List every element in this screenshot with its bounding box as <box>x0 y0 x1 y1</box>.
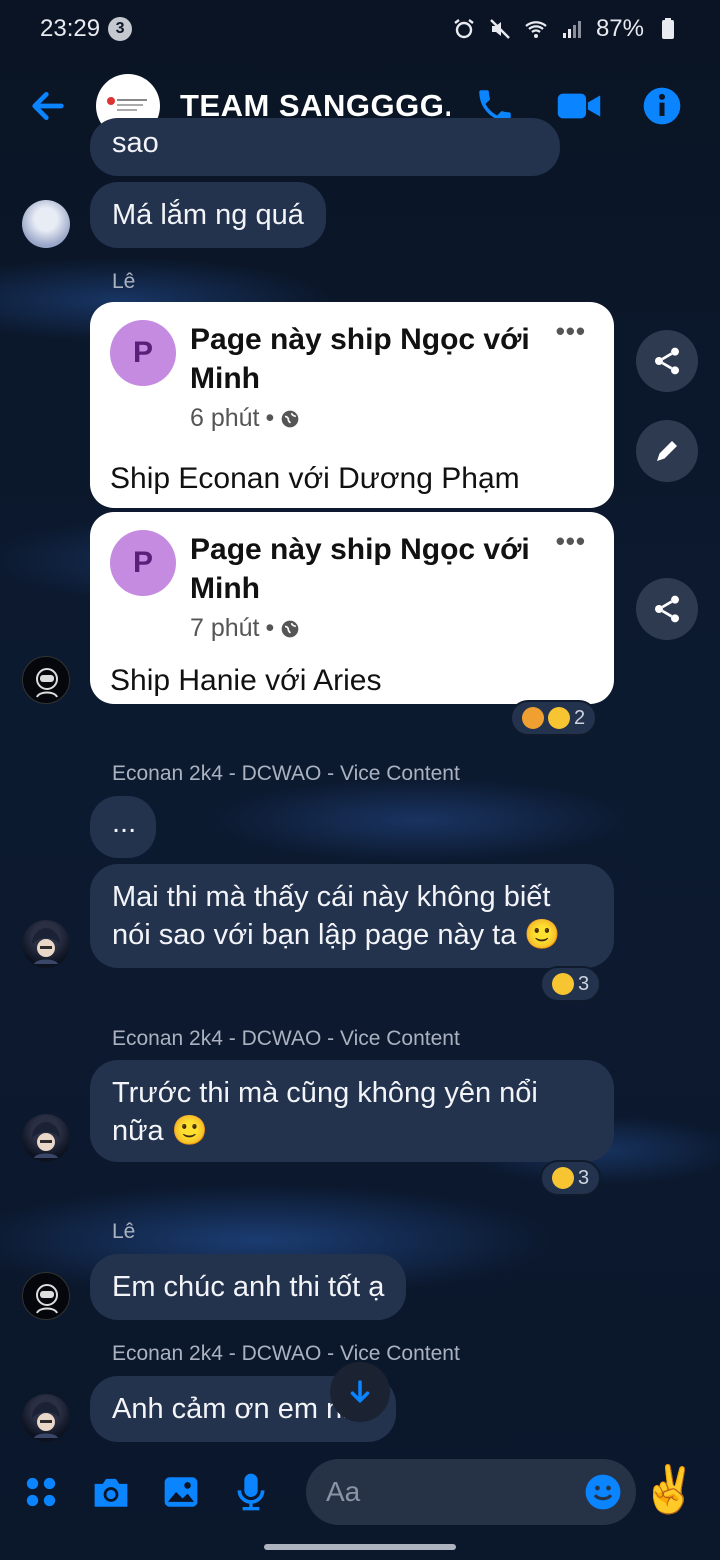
dot-separator: • <box>265 614 275 642</box>
share-icon <box>655 347 679 375</box>
message-text: Em chúc anh thi tốt ạ <box>112 1271 385 1303</box>
status-icons: 87% <box>452 15 680 43</box>
emoji-icon[interactable] <box>584 1473 622 1511</box>
sender-name: Lê <box>112 1220 136 1243</box>
scroll-to-bottom-button[interactable] <box>330 1362 390 1422</box>
page-avatar: P <box>110 530 176 596</box>
astronaut-avatar-icon <box>36 668 58 698</box>
angry-emoji-icon <box>522 707 544 729</box>
reaction-count: 2 <box>574 706 586 729</box>
avatar-le[interactable] <box>22 1272 70 1320</box>
apps-button[interactable] <box>20 1471 62 1513</box>
message-text: sao <box>112 127 159 159</box>
globe-icon <box>281 410 299 427</box>
edit-button[interactable] <box>636 420 698 482</box>
dot-separator: • <box>265 404 275 432</box>
message-bubble[interactable]: Trước thi mà cũng không yên nổi nữa 🙂 <box>90 1060 614 1162</box>
post-text: Ship Hanie với Aries <box>110 664 382 697</box>
message-composer: Aa <box>0 1454 720 1530</box>
back-arrow-icon <box>32 92 64 120</box>
avatar-econan[interactable] <box>22 920 70 968</box>
pencil-icon <box>657 441 677 461</box>
page-avatar: P <box>110 320 176 386</box>
message-bubble[interactable]: Em chúc anh thi tốt ạ <box>90 1254 407 1320</box>
post-time: 7 phút • <box>190 614 300 643</box>
apps-icon <box>26 1477 56 1507</box>
sender-name: Econan 2k4 - DCWAO - Vice Content <box>112 1027 460 1050</box>
gallery-button[interactable] <box>160 1471 202 1513</box>
post-time-text: 6 phút <box>190 404 260 432</box>
mute-icon <box>490 19 510 39</box>
shared-post-card[interactable]: P Page này ship Ngọc với Minh 6 phút • •… <box>90 302 614 508</box>
more-options-icon[interactable]: ••• <box>556 526 586 557</box>
home-indicator <box>264 1544 456 1550</box>
battery-percent: 87% <box>595 15 644 42</box>
signal-icon <box>562 21 581 38</box>
camera-button[interactable] <box>90 1471 132 1513</box>
video-call-icon[interactable] <box>556 86 602 126</box>
gallery-icon <box>164 1477 198 1507</box>
sender-name: Lê <box>112 270 136 293</box>
message-text: Má lắm ng quá <box>112 199 304 231</box>
alarm-icon <box>454 19 474 39</box>
reaction-badge[interactable]: 3 <box>540 1160 602 1196</box>
post-time: 6 phút • <box>190 404 300 433</box>
message-bubble-partial[interactable]: sao <box>90 118 560 176</box>
camera-icon <box>94 1478 128 1507</box>
reaction-count: 3 <box>578 972 590 995</box>
message-text: ... <box>112 807 137 839</box>
reaction-badge[interactable]: 2 <box>510 700 598 736</box>
sender-name: Econan 2k4 - DCWAO - Vice Content <box>112 762 460 785</box>
avatar-econan[interactable] <box>22 1394 70 1442</box>
more-options-icon[interactable]: ••• <box>556 316 586 347</box>
shared-post-card[interactable]: P Page này ship Ngọc với Minh 7 phút • •… <box>90 512 614 704</box>
astronaut-avatar-icon <box>36 1284 58 1314</box>
post-text: Ship Econan với Dương Phạm <box>110 462 520 495</box>
anime-avatar-icon <box>32 928 60 964</box>
message-text: Mai thi mà thấy cái này không biết nói s… <box>112 881 561 951</box>
back-button[interactable] <box>20 78 76 134</box>
group-logo-icon <box>107 97 147 111</box>
avatar-user[interactable] <box>22 200 70 248</box>
anime-avatar-icon <box>32 1402 60 1438</box>
sad-emoji-icon <box>552 1167 574 1189</box>
sender-name: Econan 2k4 - DCWAO - Vice Content <box>112 1342 460 1365</box>
battery-icon <box>662 18 674 39</box>
message-bubble[interactable]: ... <box>90 796 156 858</box>
input-placeholder: Aa <box>326 1476 361 1507</box>
page-name: Page này ship Ngọc với Minh <box>190 533 530 605</box>
share-button[interactable] <box>636 330 698 392</box>
avatar-le[interactable] <box>22 656 70 704</box>
share-icon <box>655 595 679 623</box>
status-bar: 23:29 3 87% <box>0 0 720 58</box>
reaction-badge[interactable]: 3 <box>540 966 602 1002</box>
sad-emoji-icon <box>548 707 570 729</box>
sad-emoji-icon <box>552 973 574 995</box>
anime-avatar-icon <box>32 1122 60 1158</box>
message-bubble[interactable]: Mai thi mà thấy cái này không biết nói s… <box>90 864 614 968</box>
info-icon[interactable] <box>642 86 682 126</box>
quick-reaction-button[interactable]: ✌️ <box>641 1462 698 1517</box>
message-text: Trước thi mà cũng không yên nổi nữa 🙂 <box>112 1077 538 1147</box>
wifi-icon <box>525 21 547 38</box>
notification-count-badge: 3 <box>108 17 133 41</box>
arrow-down-icon <box>350 1380 370 1403</box>
share-button[interactable] <box>636 578 698 640</box>
message-bubble[interactable]: Má lắm ng quá <box>90 182 326 248</box>
reaction-count: 3 <box>578 1166 590 1189</box>
mic-icon <box>237 1473 265 1511</box>
message-input[interactable]: Aa <box>306 1459 636 1525</box>
globe-icon <box>281 620 299 637</box>
mic-button[interactable] <box>230 1471 272 1513</box>
status-time: 23:29 <box>40 15 101 42</box>
post-time-text: 7 phút <box>190 614 260 642</box>
avatar-econan[interactable] <box>22 1114 70 1162</box>
page-name: Page này ship Ngọc với Minh <box>190 323 530 395</box>
